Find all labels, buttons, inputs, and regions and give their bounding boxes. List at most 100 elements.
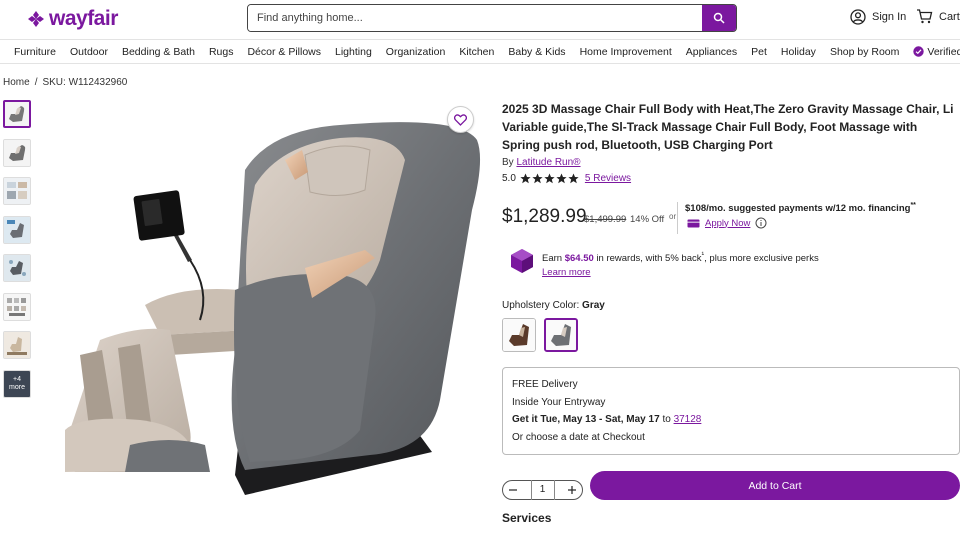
delivery-choose-date: Or choose a date at Checkout (512, 431, 645, 443)
nav-item-holiday[interactable]: Holiday (781, 46, 816, 58)
star-icon (532, 173, 543, 184)
rewards-amount: $64.50 (564, 253, 594, 265)
breadcrumb-home[interactable]: Home (3, 77, 30, 88)
nav-item-outdoor[interactable]: Outdoor (70, 46, 108, 58)
thumbnail-1[interactable] (3, 100, 31, 128)
brand-link[interactable]: Latitude Run® (516, 157, 580, 168)
add-to-cart-button[interactable]: Add to Cart (590, 471, 960, 500)
thumbnail-strip: +4 more (3, 100, 32, 408)
increase-quantity-button[interactable] (565, 483, 579, 497)
or-divider-label: or (669, 212, 677, 221)
nav-item-baby-kids[interactable]: Baby & Kids (508, 46, 565, 58)
sign-in-button[interactable]: Sign In (850, 9, 906, 25)
credit-card-icon (687, 219, 700, 227)
breadcrumb-sku: SKU: W112432960 (42, 77, 128, 88)
massage-chair-image (65, 122, 481, 495)
logo-text: wayfair (49, 7, 118, 30)
upholstery-value: Gray (582, 300, 605, 311)
product-details-panel: 2025 3D Massage Chair Full Body with Hea… (502, 100, 960, 525)
rewards-cube-icon (511, 249, 533, 273)
search-input[interactable] (248, 5, 702, 31)
nav-item-appliances[interactable]: Appliances (686, 46, 737, 58)
nav-item-verified[interactable]: Verified (913, 46, 960, 58)
color-swatches (502, 318, 578, 352)
rewards-detail: in rewards, with 5% back (596, 253, 702, 265)
site-header: wayfair Sign In Cart (0, 0, 960, 38)
decrease-quantity-button[interactable] (506, 483, 520, 497)
delivery-to: to (662, 414, 671, 425)
cart-label: Cart (939, 10, 960, 23)
upholstery-label: Upholstery Color: (502, 300, 580, 311)
original-price: $1,499.99 (584, 214, 627, 225)
swatch-brown[interactable] (502, 318, 536, 352)
thumbnail-3[interactable] (3, 177, 31, 205)
nav-item-kitchen[interactable]: Kitchen (459, 46, 494, 58)
nav-item-pet[interactable]: Pet (751, 46, 767, 58)
minus-icon (509, 489, 517, 491)
financing-amount: $108/mo. suggested payments w/12 mo. fin… (685, 203, 911, 215)
delivery-dates-line: Get it Tue, May 13 - Sat, May 17 to 3712… (512, 411, 950, 429)
cart-icon (917, 9, 933, 24)
breadcrumb-separator: / (34, 77, 38, 88)
rating-value: 5.0 (502, 173, 516, 184)
star-icon (556, 173, 567, 184)
reviews-link[interactable]: 5 Reviews (585, 173, 631, 184)
thumbnail-5[interactable] (3, 254, 31, 282)
nav-item-home-improvement[interactable]: Home Improvement (580, 46, 672, 58)
thumbnail-more[interactable]: +4 more (3, 369, 31, 398)
user-icon (850, 9, 866, 25)
nav-item-decor-pillows[interactable]: Décor & Pillows (247, 46, 321, 58)
nav-item-verified-label: Verified (927, 45, 960, 58)
sale-price: $1,289.99 (502, 206, 587, 227)
quantity-stepper: 1 (502, 480, 583, 500)
info-icon[interactable] (755, 217, 767, 229)
heart-icon (454, 113, 467, 126)
apply-now-link[interactable]: Apply Now (705, 218, 750, 229)
star-icon (568, 173, 579, 184)
nav-item-rugs[interactable]: Rugs (209, 46, 234, 58)
search-button[interactable] (702, 5, 736, 31)
zip-code-link[interactable]: 37128 (674, 414, 702, 425)
rewards-perks: , plus more exclusive perks (704, 253, 819, 265)
wayfair-logo[interactable]: wayfair (27, 7, 118, 31)
nav-item-bedding-bath[interactable]: Bedding & Bath (122, 46, 195, 58)
star-icon (544, 173, 555, 184)
more-thumbnails-count: +4 (13, 375, 21, 383)
apply-now-row: Apply Now (687, 217, 767, 229)
financing-text: $108/mo. suggested payments w/12 mo. fin… (685, 202, 916, 214)
product-main-image[interactable] (40, 100, 490, 500)
verified-badge-icon (913, 46, 925, 57)
star-rating (520, 173, 579, 184)
upholstery-color-label: Upholstery Color: Gray (502, 300, 605, 311)
cart-button[interactable]: Cart (916, 9, 960, 24)
thumbnail-4[interactable] (3, 215, 31, 244)
rewards-text: Earn $64.50 in rewards, with 5% back¹, p… (542, 248, 819, 280)
delivery-method: Inside Your Entryway (512, 396, 606, 408)
search-bar (247, 4, 737, 32)
product-title: 2025 3D Massage Chair Full Body with Hea… (502, 102, 954, 152)
divider (677, 202, 678, 234)
thumbnail-2[interactable] (3, 138, 31, 167)
delivery-info-box: FREE Delivery Inside Your Entryway Get i… (502, 367, 960, 455)
star-icon (520, 173, 531, 184)
discount-label: 14% Off (630, 214, 665, 225)
rewards-earn: Earn (542, 253, 563, 265)
more-thumbnails-overlay: +4 more (4, 370, 30, 397)
quantity-value[interactable]: 1 (530, 480, 555, 500)
learn-more-link[interactable]: Learn more (542, 267, 591, 278)
wayfair-logo-icon (28, 11, 44, 27)
nav-item-lighting[interactable]: Lighting (335, 46, 372, 58)
category-nav: Furniture Outdoor Bedding & Bath Rugs Dé… (0, 39, 960, 64)
swatch-gray[interactable] (544, 318, 578, 352)
thumbnail-6[interactable] (3, 292, 31, 321)
rewards-banner: Earn $64.50 in rewards, with 5% back¹, p… (510, 248, 819, 280)
financing-footnote-mark: ** (910, 202, 916, 209)
price-row: $1,289.99 $1,499.99 14% Off or $108/mo. … (502, 202, 960, 238)
thumbnail-7[interactable] (3, 331, 31, 359)
nav-item-organization[interactable]: Organization (386, 46, 446, 58)
nav-item-shop-by-room[interactable]: Shop by Room (830, 46, 899, 58)
rating-row: 5.0 5 Reviews (502, 173, 960, 184)
favorite-button[interactable] (447, 106, 474, 133)
nav-item-furniture[interactable]: Furniture (14, 46, 56, 58)
more-thumbnails-label: more (9, 383, 25, 391)
